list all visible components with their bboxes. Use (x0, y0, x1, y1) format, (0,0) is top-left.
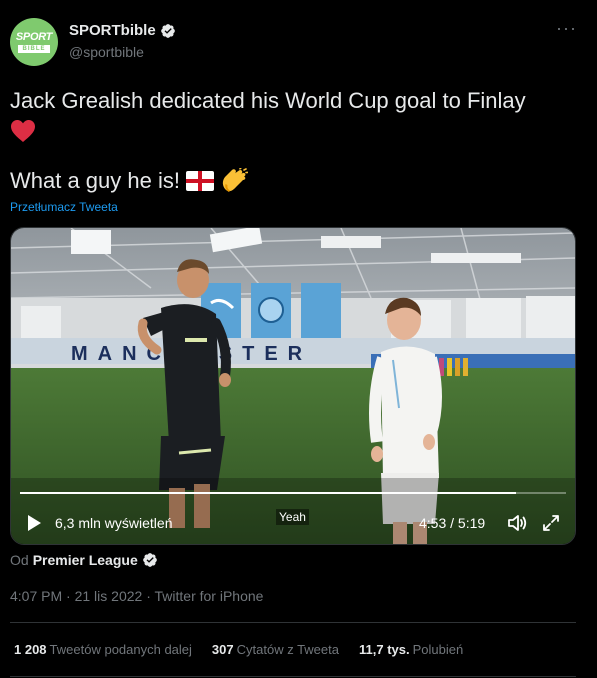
divider (10, 676, 576, 677)
likes-label: Polubień (412, 642, 464, 657)
quote-tweets-label: Cytatów z Tweeta (236, 642, 339, 657)
retweets-stat[interactable]: 1 208 Tweetów podanych dalej (14, 642, 192, 657)
volume-icon[interactable] (507, 514, 527, 532)
fullscreen-icon[interactable] (542, 514, 560, 532)
red-heart-emoji-icon (11, 120, 35, 143)
likes-count: 11,7 tys. (359, 642, 410, 657)
verified-badge-icon (160, 23, 175, 38)
source-prefix: Od (10, 552, 29, 568)
source-account-link[interactable]: Premier League (33, 552, 138, 568)
video-source: Od Premier League (10, 552, 158, 568)
name-row: SPORTbible (69, 22, 176, 39)
quote-tweets-stat[interactable]: 307 Cytatów z Tweeta (212, 642, 339, 657)
tweet-text-line1: Jack Grealish dedicated his World Cup go… (10, 88, 526, 113)
avatar-logo-text: SPORT (15, 31, 53, 43)
meta-separator: · (146, 588, 151, 604)
verified-badge-icon (142, 553, 157, 567)
view-count: 6,3 mln wyświetleń (55, 515, 173, 531)
tweet-text-line2: What a guy he is! (10, 168, 180, 193)
retweets-label: Tweetów podanych dalej (49, 642, 192, 657)
video-time: 4:53 / 5:19 (419, 515, 486, 531)
translate-tweet-link[interactable]: Przetłumacz Tweeta (10, 200, 118, 214)
tweet-stats: 1 208 Tweetów podanych dalej 307 Cytatów z… (14, 642, 463, 657)
retweets-count: 1 208 (14, 642, 47, 657)
tweet-text: Jack Grealish dedicated his World Cup go… (10, 86, 580, 144)
video-player[interactable]: MANCHESTER (10, 227, 576, 545)
likes-stat[interactable]: 11,7 tys. Polubień (359, 642, 463, 657)
tweet-text-line2-row: What a guy he is! (10, 168, 248, 194)
video-frame: MANCHESTER (11, 228, 575, 544)
tweet-date[interactable]: 21 lis 2022 (75, 588, 143, 604)
video-progress-bar[interactable] (20, 492, 566, 494)
clapping-hands-emoji-icon (222, 168, 248, 192)
account-handle[interactable]: @sportbible (69, 44, 144, 60)
england-flag-emoji-icon (185, 171, 214, 191)
tweet-meta: 4:07 PM · 21 lis 2022 · Twitter for iPho… (10, 588, 263, 604)
more-options-icon[interactable]: ··· (556, 19, 577, 37)
tweet: SPORT BIBLE SPORTbible @sportbible ··· J… (0, 0, 597, 678)
video-progress-fill (20, 492, 517, 494)
avatar[interactable]: SPORT BIBLE (10, 18, 58, 66)
quote-tweets-count: 307 (211, 642, 234, 657)
meta-separator: · (66, 588, 71, 604)
divider (10, 622, 576, 623)
display-name[interactable]: SPORTbible (69, 22, 156, 39)
video-caption: Yeah (276, 509, 309, 525)
avatar-logo-subtext: BIBLE (18, 45, 50, 53)
tweet-client: Twitter for iPhone (154, 588, 264, 604)
play-icon[interactable] (25, 514, 43, 532)
tweet-time[interactable]: 4:07 PM (10, 588, 62, 604)
